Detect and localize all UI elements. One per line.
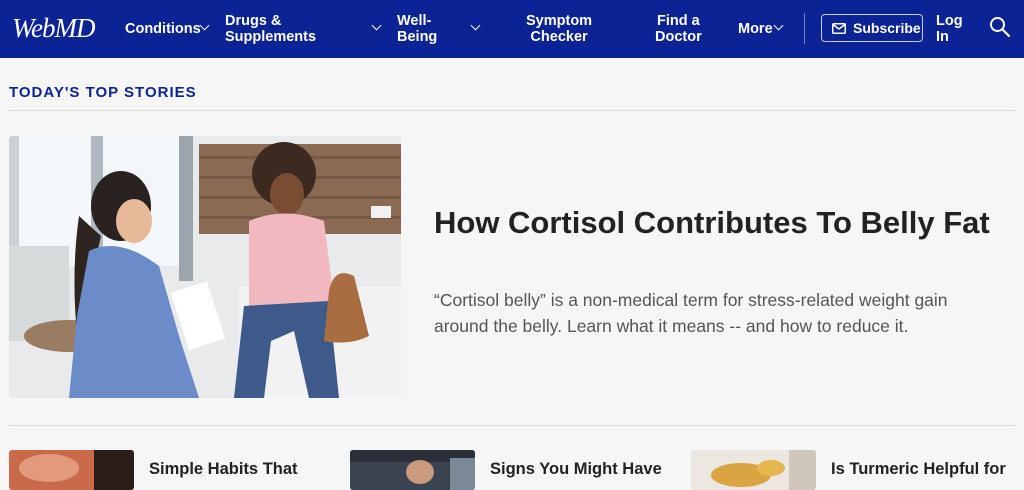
chevron-down-icon — [371, 20, 382, 31]
nav-divider — [804, 13, 805, 44]
top-nav: WebMD Conditions Drugs & Supplements Wel… — [0, 0, 1024, 58]
webmd-logo[interactable]: WebMD — [12, 13, 95, 43]
nav-drugs-label: Drugs & Supplements — [225, 13, 317, 45]
nav-find-doctor-label: Find a Doctor — [655, 13, 702, 45]
login-link[interactable]: Log In — [936, 0, 976, 58]
nav-conditions-label: Conditions — [125, 21, 201, 37]
nav-symptom-label: Symptom Checker — [526, 13, 593, 45]
nav-more-label: More — [738, 21, 773, 37]
chevron-down-icon — [773, 20, 784, 31]
nav-more[interactable]: More — [738, 0, 773, 58]
subscribe-label: Subscribe — [853, 20, 921, 36]
login-label: Log In — [936, 13, 963, 45]
search-icon[interactable] — [989, 16, 1011, 38]
nav-well-being[interactable]: Well- Being — [397, 0, 457, 58]
story-thumbnail[interactable] — [350, 450, 475, 490]
chevron-down-icon — [199, 20, 210, 31]
section-title: TODAY'S TOP STORIES — [9, 84, 197, 101]
nav-find-doctor[interactable]: Find a Doctor — [655, 0, 715, 58]
story-divider — [9, 425, 1015, 426]
nav-symptom-checker[interactable]: Symptom Checker — [526, 0, 606, 58]
section-divider — [9, 110, 1015, 111]
story-title[interactable]: Simple Habits That — [149, 460, 298, 479]
mail-icon — [832, 22, 846, 34]
story-thumbnail[interactable] — [9, 450, 134, 490]
story-thumbnail[interactable] — [691, 450, 816, 490]
nav-well-being-label: Well- Being — [397, 13, 438, 45]
featured-summary: “Cortisol belly” is a non-medical term f… — [434, 290, 948, 336]
nav-drugs-supplements[interactable]: Drugs & Supplements — [225, 0, 345, 58]
featured-story-image[interactable] — [9, 136, 401, 398]
subscribe-button[interactable]: Subscribe — [821, 14, 923, 42]
featured-headline[interactable]: How Cortisol Contributes To Belly Fat — [434, 204, 994, 242]
nav-conditions[interactable]: Conditions — [125, 0, 201, 58]
chevron-down-icon — [470, 20, 481, 31]
story-title[interactable]: Signs You Might Have — [490, 460, 662, 479]
story-title[interactable]: Is Turmeric Helpful for — [831, 460, 1006, 479]
